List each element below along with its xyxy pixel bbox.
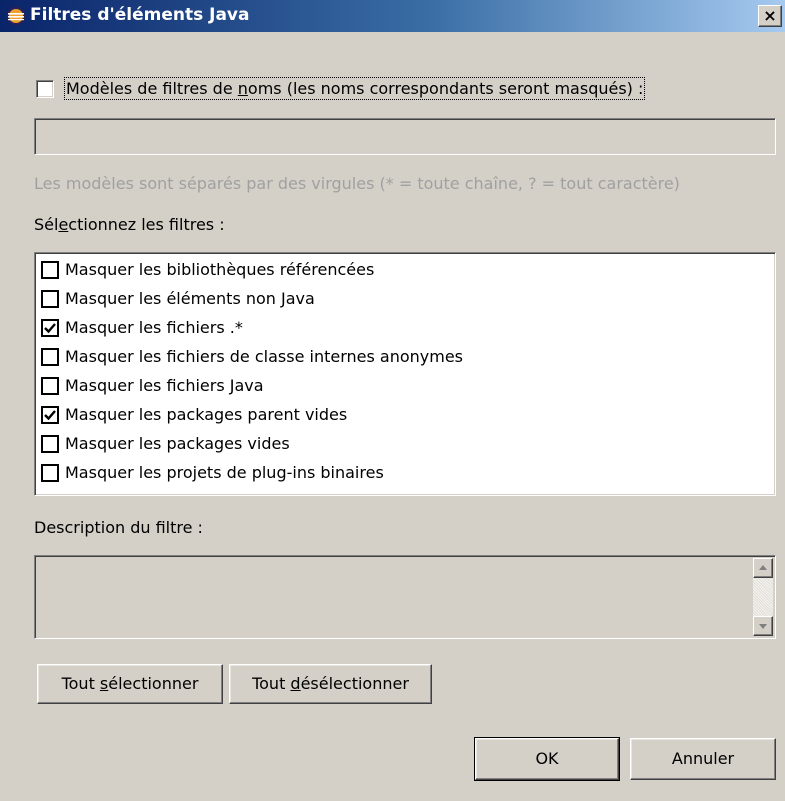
eclipse-icon: [6, 6, 26, 26]
description-textarea[interactable]: [34, 555, 776, 639]
filter-checkbox[interactable]: [41, 319, 59, 337]
close-icon: ×: [763, 6, 777, 25]
name-filter-checkbox[interactable]: [36, 80, 54, 98]
checkmark-icon: [44, 410, 56, 421]
arrow-down-icon: [759, 624, 767, 629]
filter-checkbox[interactable]: [41, 435, 59, 453]
select-filters-label: Sélectionnez les filtres :: [34, 215, 225, 234]
name-filter-label[interactable]: Modèles de filtres de noms (les noms cor…: [63, 77, 646, 100]
arrow-up-icon: [759, 565, 767, 570]
scroll-up-button[interactable]: [753, 558, 773, 578]
description-label: Description du filtre :: [34, 518, 203, 537]
checkmark-icon: [44, 323, 56, 334]
deselect-all-button[interactable]: Tout désélectionner: [229, 664, 432, 704]
select-all-button[interactable]: Tout sélectionner: [37, 664, 223, 704]
name-filter-input[interactable]: [34, 118, 776, 155]
close-button[interactable]: ×: [758, 5, 782, 27]
filter-checkbox[interactable]: [41, 464, 59, 482]
filter-checkbox[interactable]: [41, 348, 59, 366]
ok-button[interactable]: OK: [474, 737, 620, 781]
filter-checkbox[interactable]: [41, 377, 59, 395]
cancel-button[interactable]: Annuler: [630, 738, 776, 780]
filter-checkbox[interactable]: [41, 261, 59, 279]
title-bar[interactable]: Filtres d'éléments Java ×: [0, 0, 785, 32]
filter-checkbox[interactable]: [41, 290, 59, 308]
window-title: Filtres d'éléments Java: [30, 5, 250, 25]
filter-checkbox[interactable]: [41, 406, 59, 424]
pattern-hint-text: Les modèles sont séparés par des virgule…: [34, 174, 680, 193]
scroll-down-button[interactable]: [753, 616, 773, 636]
description-scrollbar[interactable]: [753, 558, 773, 636]
filter-list[interactable]: Masquer les bibliothèques référencées Ma…: [34, 252, 776, 496]
